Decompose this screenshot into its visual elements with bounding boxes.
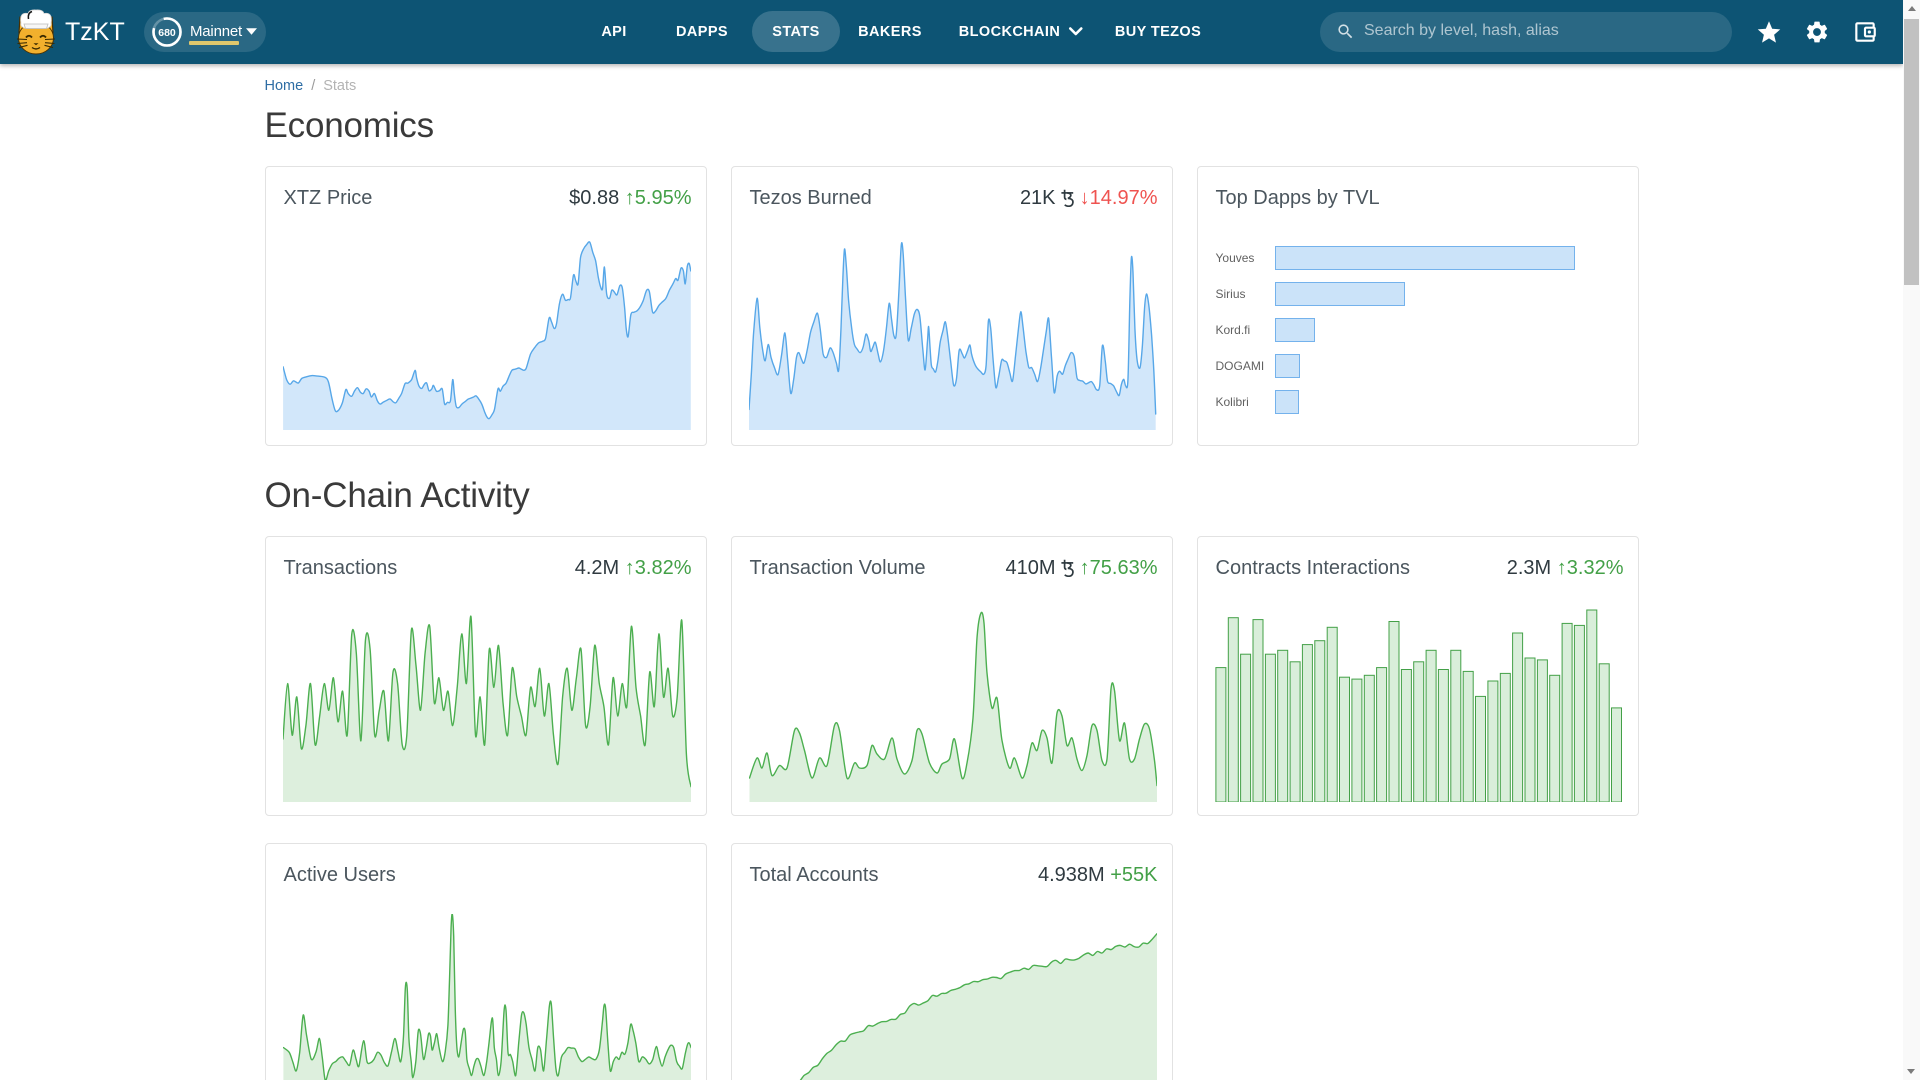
svg-text:680: 680 bbox=[158, 27, 176, 39]
